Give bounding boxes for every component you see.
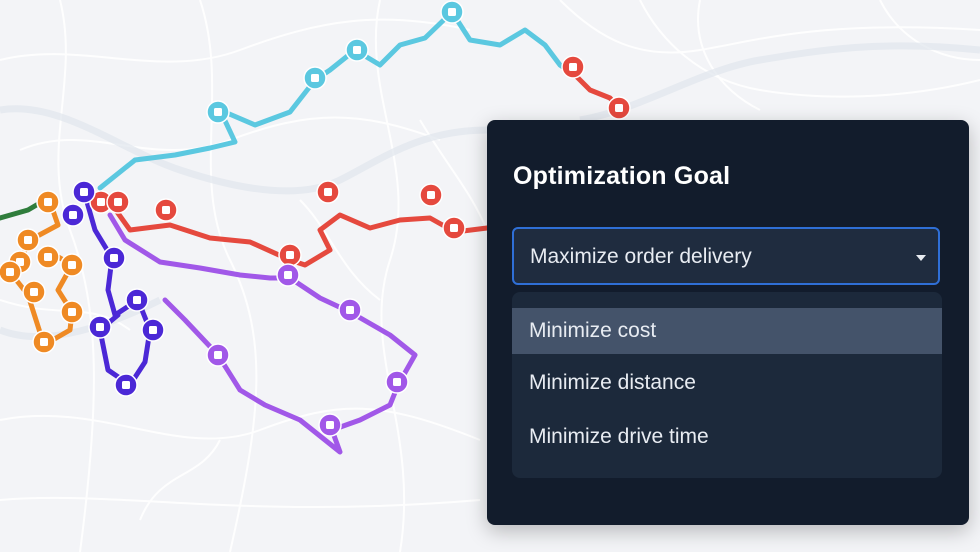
stop-marker-icon[interactable]	[338, 298, 362, 322]
stop-marker-icon[interactable]	[72, 180, 96, 204]
stop-marker-icon[interactable]	[22, 280, 46, 304]
caret-down-icon	[916, 255, 926, 261]
stop-marker-icon[interactable]	[88, 315, 112, 339]
stop-marker-icon[interactable]	[0, 260, 22, 284]
stop-marker-icon[interactable]	[114, 373, 138, 397]
stop-marker-icon[interactable]	[419, 183, 443, 207]
stop-marker-icon[interactable]	[607, 96, 631, 120]
stop-marker-icon[interactable]	[60, 300, 84, 324]
option-minimize-distance[interactable]: Minimize distance	[512, 358, 942, 408]
stop-marker-icon[interactable]	[125, 288, 149, 312]
stop-marker-icon[interactable]	[385, 370, 409, 394]
stop-marker-icon[interactable]	[440, 0, 464, 24]
stop-marker-icon[interactable]	[36, 190, 60, 214]
optimization-goal-select[interactable]: Maximize order delivery	[512, 227, 940, 285]
stop-marker-icon[interactable]	[318, 413, 342, 437]
stop-marker-icon[interactable]	[16, 228, 40, 252]
option-minimize-drive-time[interactable]: Minimize drive time	[512, 412, 942, 462]
stop-marker-icon[interactable]	[106, 190, 130, 214]
stop-marker-icon[interactable]	[206, 343, 230, 367]
select-value: Maximize order delivery	[530, 245, 752, 268]
panel-title: Optimization Goal	[513, 162, 731, 190]
stop-marker-icon[interactable]	[102, 246, 126, 270]
stop-marker-icon[interactable]	[141, 318, 165, 342]
optimization-goal-dropdown: Minimize cost Minimize distance Minimize…	[512, 292, 942, 478]
stop-marker-icon[interactable]	[316, 180, 340, 204]
stop-marker-icon[interactable]	[276, 263, 300, 287]
stop-marker-icon[interactable]	[278, 243, 302, 267]
stop-marker-icon[interactable]	[206, 100, 230, 124]
stop-marker-icon[interactable]	[36, 245, 60, 269]
stop-marker-icon[interactable]	[561, 55, 585, 79]
stop-marker-icon[interactable]	[442, 216, 466, 240]
stop-marker-icon[interactable]	[61, 203, 85, 227]
stop-marker-icon[interactable]	[60, 253, 84, 277]
stop-marker-icon[interactable]	[303, 66, 327, 90]
option-minimize-cost[interactable]: Minimize cost	[512, 308, 942, 354]
stop-marker-icon[interactable]	[32, 330, 56, 354]
stop-marker-icon[interactable]	[154, 198, 178, 222]
optimization-goal-panel: Optimization Goal Maximize order deliver…	[487, 120, 969, 525]
stop-marker-icon[interactable]	[345, 38, 369, 62]
